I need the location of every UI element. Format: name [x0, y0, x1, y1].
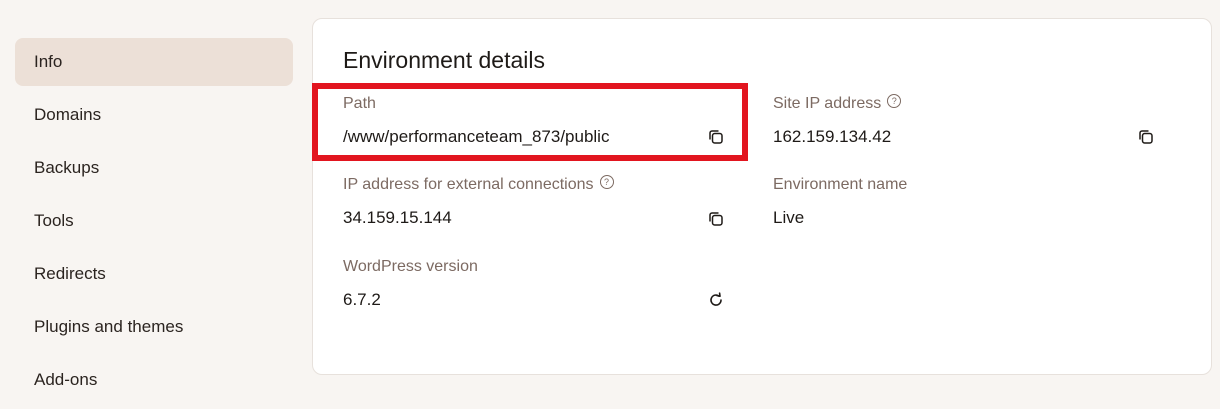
card-title: Environment details — [343, 47, 545, 73]
sidebar-item-label: Domains — [34, 105, 102, 124]
sidebar-item-label: Backups — [34, 158, 100, 177]
sidebar-item-plugins-and-themes[interactable]: Plugins and themes — [15, 303, 293, 351]
environment-name-field: Environment name Live — [773, 176, 907, 228]
copy-icon[interactable] — [707, 210, 725, 228]
sidebar-item-label: Plugins and themes — [34, 317, 184, 336]
refresh-icon[interactable] — [707, 291, 725, 309]
environment-details-card: Environment details Path /www/performanc… — [312, 18, 1212, 375]
sidebar-item-add-ons[interactable]: Add-ons — [15, 356, 293, 404]
sidebar-item-label: Tools — [34, 211, 74, 230]
environment-name-value: Live — [773, 208, 805, 227]
site-ip-field: Site IP address? 162.159.134.42 — [773, 94, 902, 147]
sidebar-item-backups[interactable]: Backups — [15, 144, 293, 192]
wordpress-version-field: WordPress version 6.7.2 — [343, 258, 478, 310]
sidebar-item-info[interactable]: Info — [15, 38, 293, 86]
sidebar-item-label: Add-ons — [34, 370, 98, 389]
question-circle-icon[interactable]: ? — [599, 175, 614, 189]
path-label: Path — [343, 95, 376, 112]
sidebar-item-label: Redirects — [34, 264, 106, 283]
external-ip-value: 34.159.15.144 — [343, 208, 452, 227]
wordpress-version-value: 6.7.2 — [343, 290, 381, 309]
site-ip-label: Site IP address — [773, 95, 882, 112]
path-field: Path /www/performanceteam_873/public — [343, 95, 609, 147]
copy-icon[interactable] — [1137, 128, 1155, 146]
sidebar-item-domains[interactable]: Domains — [15, 91, 293, 139]
external-ip-field: IP address for external connections? 34.… — [343, 175, 614, 228]
external-ip-label: IP address for external connections — [343, 176, 594, 193]
sidebar-item-label: Info — [34, 52, 63, 71]
question-circle-icon[interactable]: ? — [887, 94, 902, 108]
environment-name-label: Environment name — [773, 176, 908, 193]
path-value: /www/performanceteam_873/public — [343, 127, 610, 146]
wordpress-version-label: WordPress version — [343, 258, 478, 275]
sidebar-item-tools[interactable]: Tools — [15, 197, 293, 245]
site-ip-value: 162.159.134.42 — [773, 127, 892, 146]
sidebar-item-redirects[interactable]: Redirects — [15, 250, 293, 298]
sidebar-nav: Info Domains Backups Tools Redirects Plu… — [15, 38, 293, 409]
copy-icon[interactable] — [707, 128, 725, 146]
